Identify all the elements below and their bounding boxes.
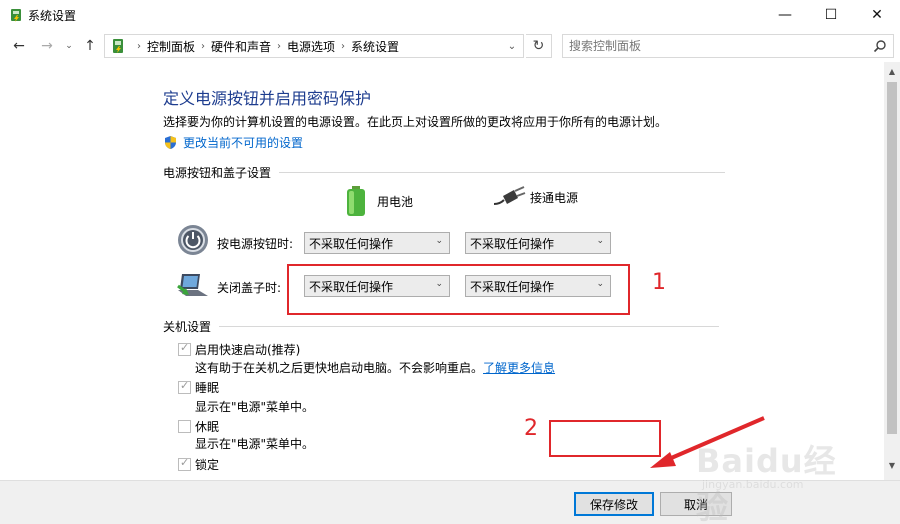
lock-option[interactable]: 锁定: [178, 456, 219, 473]
refresh-button[interactable]: ↻: [526, 34, 552, 58]
section-divider: [279, 172, 726, 173]
hibernate-option[interactable]: 休眠: [178, 418, 219, 435]
select-value: 不采取任何操作: [470, 236, 555, 251]
minimize-button[interactable]: —: [762, 0, 808, 30]
scroll-up-arrow[interactable]: ▲: [884, 64, 900, 78]
address-dropdown-button[interactable]: ⌄: [501, 35, 523, 57]
fast-startup-label: 启用快速启动(推荐): [195, 343, 301, 357]
page-title: 定义电源按钮并启用密码保护: [163, 89, 372, 108]
chevron-down-icon: ⌄: [435, 236, 443, 246]
back-button[interactable]: ←: [8, 36, 30, 56]
power-button-icon: [178, 225, 208, 255]
recent-locations-button[interactable]: ⌄: [62, 36, 76, 56]
save-changes-button[interactable]: 保存修改: [574, 492, 654, 516]
breadcrumb-separator[interactable]: ›: [277, 41, 281, 52]
breadcrumb-separator[interactable]: ›: [341, 41, 345, 52]
lock-checkbox[interactable]: [178, 456, 191, 471]
hibernate-description: 显示在"电源"菜单中。: [195, 437, 315, 451]
battery-icon: [347, 186, 365, 216]
change-link-text[interactable]: 更改当前不可用的设置: [183, 134, 303, 151]
breadcrumb-power-options[interactable]: 电源选项: [287, 38, 335, 55]
battery-column-label: 用电池: [377, 194, 414, 209]
maximize-button[interactable]: ☐: [808, 0, 854, 30]
fast-startup-description: 这有助于在关机之后更快地启动电脑。不会影响重启。了解更多信息: [195, 359, 555, 376]
section-divider: [219, 326, 720, 327]
power-button-label: 按电源按钮时:: [217, 237, 294, 251]
power-lid-heading-text: 电源按钮和盖子设置: [163, 166, 272, 180]
power-plug-icon: [493, 186, 526, 205]
close-lid-label: 关闭盖子时:: [217, 281, 282, 295]
vertical-scrollbar[interactable]: ▲ ▼: [884, 62, 900, 480]
breadcrumb-separator[interactable]: ›: [201, 41, 205, 52]
power-options-app-icon: [11, 9, 21, 22]
page-description: 选择要为你的计算机设置的电源设置。在此页上对设置所做的更改将应用于你所有的电源计…: [163, 115, 668, 129]
fast-startup-checkbox[interactable]: [178, 341, 191, 356]
main-content: 定义电源按钮并启用密码保护 选择要为你的计算机设置的电源设置。在此页上对设置所做…: [0, 62, 884, 480]
hibernate-label: 休眠: [195, 420, 220, 434]
sleep-label: 睡眠: [195, 381, 220, 395]
uac-shield-icon: [165, 136, 176, 149]
search-box[interactable]: [562, 34, 894, 58]
sleep-option[interactable]: 睡眠: [178, 379, 219, 396]
search-icon[interactable]: [873, 39, 887, 53]
fast-startup-desc-text: 这有助于在关机之后更快地启动电脑。不会影响重启。: [195, 361, 484, 375]
battery-column-header: 用电池: [345, 186, 413, 216]
sleep-checkbox[interactable]: [178, 379, 191, 394]
annotation-highlight-box-1: [287, 264, 630, 315]
change-unavailable-settings-link[interactable]: 更改当前不可用的设置: [163, 134, 303, 151]
window-title: 系统设置: [28, 9, 77, 23]
annotation-highlight-box-2: [549, 420, 661, 457]
hibernate-checkbox[interactable]: [178, 420, 191, 433]
baidu-watermark: Baidu经验 jingyan.baidu.com: [696, 436, 856, 524]
power-button-battery-select[interactable]: 不采取任何操作 ⌄: [304, 232, 450, 254]
chevron-down-icon: ⌄: [596, 236, 604, 246]
power-button-plugged-select[interactable]: 不采取任何操作 ⌄: [465, 232, 611, 254]
lock-label: 锁定: [195, 458, 220, 472]
annotation-marker-2: 2: [524, 416, 538, 441]
shutdown-heading-text: 关机设置: [163, 320, 212, 334]
scroll-down-arrow[interactable]: ▼: [884, 458, 900, 472]
search-input[interactable]: [569, 35, 859, 57]
up-button[interactable]: ↑: [80, 36, 100, 56]
watermark-subtext: jingyan.baidu.com: [702, 478, 804, 491]
plugged-column-label: 接通电源: [530, 190, 579, 205]
forward-button[interactable]: →: [36, 36, 58, 56]
scroll-thumb[interactable]: [887, 82, 897, 434]
navigation-bar: ← → ⌄ ↑ › 控制面板 › 硬件和声音 › 电源选项 › 系统设置 ⌄ ↻: [0, 30, 900, 62]
annotation-marker-1: 1: [652, 270, 666, 295]
learn-more-link[interactable]: 了解更多信息: [483, 361, 555, 375]
breadcrumb-separator: ›: [137, 40, 141, 52]
shutdown-section-heading: 关机设置: [163, 318, 720, 335]
fast-startup-option[interactable]: 启用快速启动(推荐): [178, 341, 300, 358]
address-bar[interactable]: › 控制面板 › 硬件和声音 › 电源选项 › 系统设置 ⌄: [104, 34, 524, 58]
breadcrumb-hardware-sound[interactable]: 硬件和声音: [211, 38, 271, 55]
title-bar: 系统设置 — ☐ ✕: [0, 0, 900, 30]
breadcrumb-system-settings[interactable]: 系统设置: [351, 38, 399, 55]
breadcrumb-control-panel[interactable]: 控制面板: [147, 38, 195, 55]
control-panel-icon: [113, 39, 123, 53]
system-settings-window: 系统设置 — ☐ ✕ ← → ⌄ ↑ › 控制面板 › 硬件和声音 › 电源选项…: [0, 0, 900, 524]
laptop-lid-icon: [177, 274, 208, 296]
sleep-description: 显示在"电源"菜单中。: [195, 400, 315, 414]
close-button[interactable]: ✕: [854, 0, 900, 30]
plugged-column-header: 接通电源: [492, 186, 578, 208]
select-value: 不采取任何操作: [309, 236, 394, 251]
power-lid-section-heading: 电源按钮和盖子设置: [163, 164, 726, 181]
